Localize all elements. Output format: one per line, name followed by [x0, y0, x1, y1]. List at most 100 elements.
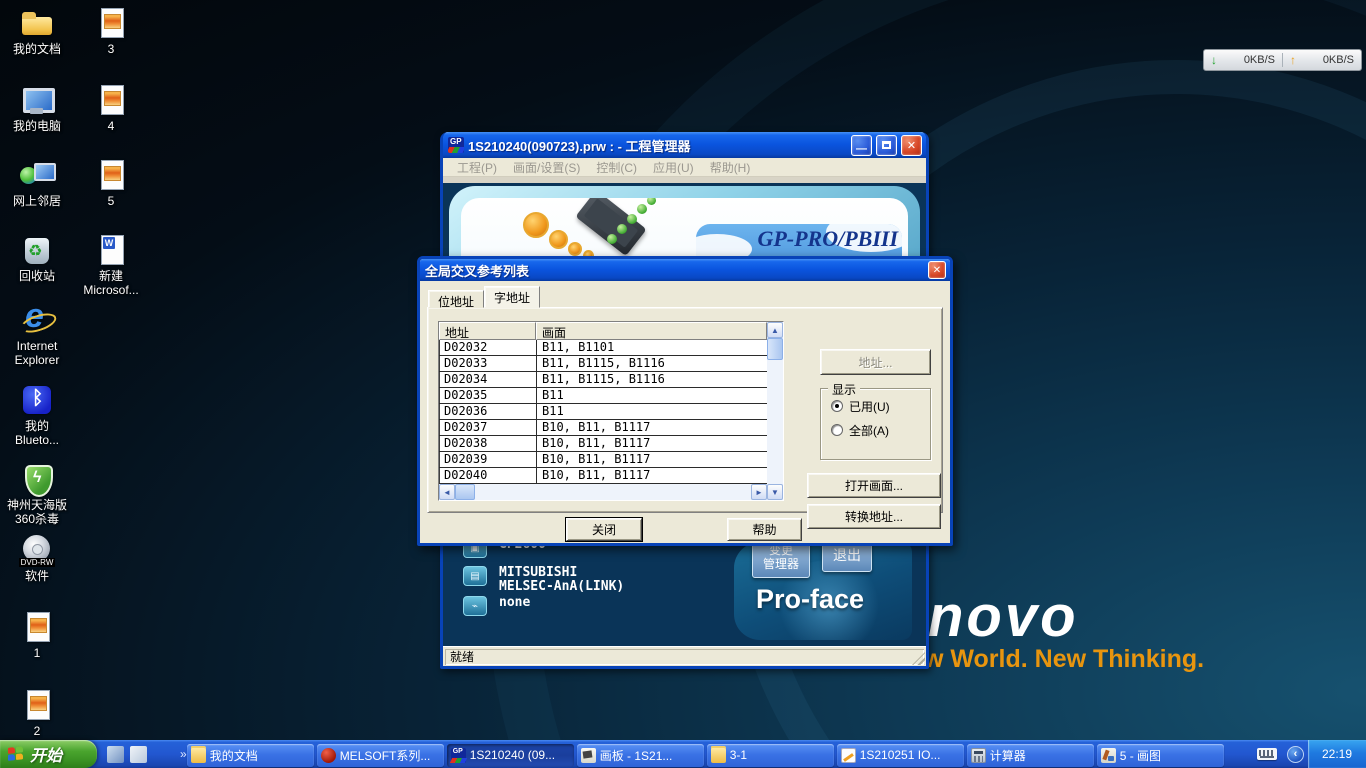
desktop-icon[interactable]: 3: [74, 6, 148, 57]
maximize-button[interactable]: [876, 135, 897, 156]
row-screens: B10, B11, B1117: [536, 452, 767, 467]
scroll-right-icon[interactable]: ►: [751, 484, 767, 500]
desktop-icon[interactable]: 网上邻居: [0, 158, 74, 209]
quick-launch-chevron-icon[interactable]: »: [180, 747, 187, 761]
extra-equipment: none: [499, 596, 530, 610]
desktop-icon[interactable]: 我的电脑: [0, 83, 74, 134]
network-speed-widget[interactable]: ↓ 0KB/S ↑ 0KB/S: [1203, 49, 1362, 71]
taskbar-task-button[interactable]: 5 - 画图: [1097, 744, 1224, 767]
taskbar-task-button[interactable]: MELSOFT系列...: [317, 744, 444, 767]
desktop-icon[interactable]: Internet Explorer: [0, 303, 74, 368]
window-titlebar[interactable]: 1S210240(090723).prw : - 工程管理器 — ✕: [443, 132, 926, 158]
vertical-scrollbar[interactable]: ▲ ▼: [767, 322, 783, 500]
table-row[interactable]: D02035 B11: [439, 388, 767, 404]
dialog-title: 全局交叉参考列表: [425, 261, 924, 280]
desktop-icon[interactable]: 我的文档: [0, 6, 74, 57]
taskbar-task-button[interactable]: 1S210251 IO...: [837, 744, 964, 767]
task-label: 我的文档: [210, 747, 258, 764]
system-tray: ‹ 22:19: [1257, 740, 1366, 768]
change-manager-button[interactable]: 变更 管理器: [752, 542, 810, 578]
device-illustration: [575, 198, 646, 256]
exit-button[interactable]: 退出: [822, 542, 872, 572]
menu-item[interactable]: 帮助(H): [702, 159, 759, 176]
minimize-button[interactable]: —: [851, 135, 872, 156]
task-icon: [841, 748, 856, 763]
desktop-icon[interactable]: 4: [74, 83, 148, 134]
dialog-close-icon[interactable]: ✕: [928, 261, 946, 279]
row-address: D02038: [439, 436, 536, 451]
desktop-icon[interactable]: 新建 Microsof...: [74, 233, 148, 298]
row-address: D02037: [439, 420, 536, 435]
address-button[interactable]: 地址...: [820, 349, 931, 375]
menu-item[interactable]: 应用(U): [645, 159, 702, 176]
row-screens: B10, B11, B1117: [536, 420, 767, 435]
horizontal-scroll-thumb[interactable]: [455, 484, 475, 500]
scroll-down-icon[interactable]: ▼: [767, 484, 783, 500]
green-ball-icon: [627, 214, 637, 224]
table-row[interactable]: D02038 B10, B11, B1117: [439, 436, 767, 452]
scroll-up-icon[interactable]: ▲: [767, 322, 783, 338]
desktop-icon-image: [19, 303, 55, 337]
taskbar-task-button[interactable]: 1S210240 (09...: [447, 744, 574, 767]
table-row[interactable]: D02037 B10, B11, B1117: [439, 420, 767, 436]
taskbar-task-button[interactable]: 计算器: [967, 744, 1094, 767]
close-dialog-button[interactable]: 关闭: [566, 518, 642, 541]
open-screen-button[interactable]: 打开画面...: [807, 473, 941, 498]
radio-option[interactable]: 全部(A): [831, 423, 930, 437]
radio-option[interactable]: 已用(U): [831, 399, 930, 413]
vertical-scroll-thumb[interactable]: [767, 338, 783, 360]
task-buttons: 我的文档 MELSOFT系列... 1S210240 (09... 画板 - 1…: [187, 740, 1224, 768]
taskbar-clock[interactable]: 22:19: [1308, 740, 1366, 768]
desktop-icon[interactable]: 回收站: [0, 233, 74, 284]
menu-item[interactable]: 画面/设置(S): [505, 159, 588, 176]
gp-pro-logo-text: GP-PRO/PBIII: [757, 226, 898, 252]
desktop-icon-image: [93, 83, 129, 117]
proface-panel: 变更 管理器 退出 Pro-face: [734, 542, 912, 640]
desktop-icon-label: 3: [108, 43, 115, 57]
language-bar-icon[interactable]: ‹: [1287, 746, 1304, 763]
table-row[interactable]: D02033 B11, B1115, B1116: [439, 356, 767, 372]
menu-item[interactable]: 控制(C): [588, 159, 645, 176]
desktop-icon[interactable]: 1: [0, 610, 74, 661]
download-speed: ↓ 0KB/S: [1204, 53, 1282, 67]
task-icon: [191, 748, 206, 763]
taskbar-task-button[interactable]: 我的文档: [187, 744, 314, 767]
convert-address-button[interactable]: 转换地址...: [807, 504, 941, 529]
desktop-icon-image: [19, 383, 55, 417]
task-icon: [971, 748, 986, 763]
scroll-left-icon[interactable]: ◄: [439, 484, 455, 500]
desktop-icon[interactable]: 2: [0, 688, 74, 739]
quick-launch-icon[interactable]: [153, 746, 170, 763]
table-row[interactable]: D02036 B11: [439, 404, 767, 420]
table-row[interactable]: D02032 B11, B1101: [439, 340, 767, 356]
upload-speed: ↑ 0KB/S: [1283, 53, 1361, 67]
task-label: 画板 - 1S21...: [600, 747, 673, 764]
close-button[interactable]: ✕: [901, 135, 922, 156]
taskbar: 开始 » 我的文档 MELSOFT系列... 1S210240 (09... 画…: [0, 740, 1366, 768]
help-button[interactable]: 帮助: [727, 518, 802, 541]
table-row[interactable]: D02040 B10, B11, B1117: [439, 468, 767, 484]
column-header-address[interactable]: 地址: [439, 322, 536, 340]
taskbar-task-button[interactable]: 3-1: [707, 744, 834, 767]
row-screens: B11, B1101: [536, 340, 767, 355]
horizontal-scrollbar[interactable]: ◄ ►: [439, 484, 767, 500]
address-tab[interactable]: 位地址: [428, 290, 484, 308]
desktop-icon[interactable]: DVD-RW 软件: [0, 531, 74, 584]
desktop-icon[interactable]: 我的 Blueto...: [0, 383, 74, 448]
quick-launch-icon[interactable]: [130, 746, 147, 763]
desktop-icon-label: 回收站: [19, 270, 55, 284]
table-row[interactable]: D02034 B11, B1115, B1116: [439, 372, 767, 388]
quick-launch-icon[interactable]: [107, 746, 124, 763]
list-header: 地址 画面: [439, 322, 767, 340]
row-screens: B11, B1115, B1116: [536, 372, 767, 387]
table-row[interactable]: D02039 B10, B11, B1117: [439, 452, 767, 468]
menu-item[interactable]: 工程(P): [449, 159, 505, 176]
dialog-titlebar[interactable]: 全局交叉参考列表 ✕: [420, 259, 950, 281]
address-tab[interactable]: 字地址: [484, 286, 540, 308]
keyboard-tray-icon[interactable]: [1257, 748, 1277, 760]
desktop-icon[interactable]: 神州天海版 360杀毒: [0, 462, 74, 527]
desktop-icon[interactable]: 5: [74, 158, 148, 209]
start-button[interactable]: 开始: [0, 740, 97, 768]
column-header-screen[interactable]: 画面: [536, 322, 767, 340]
taskbar-task-button[interactable]: 画板 - 1S21...: [577, 744, 704, 767]
